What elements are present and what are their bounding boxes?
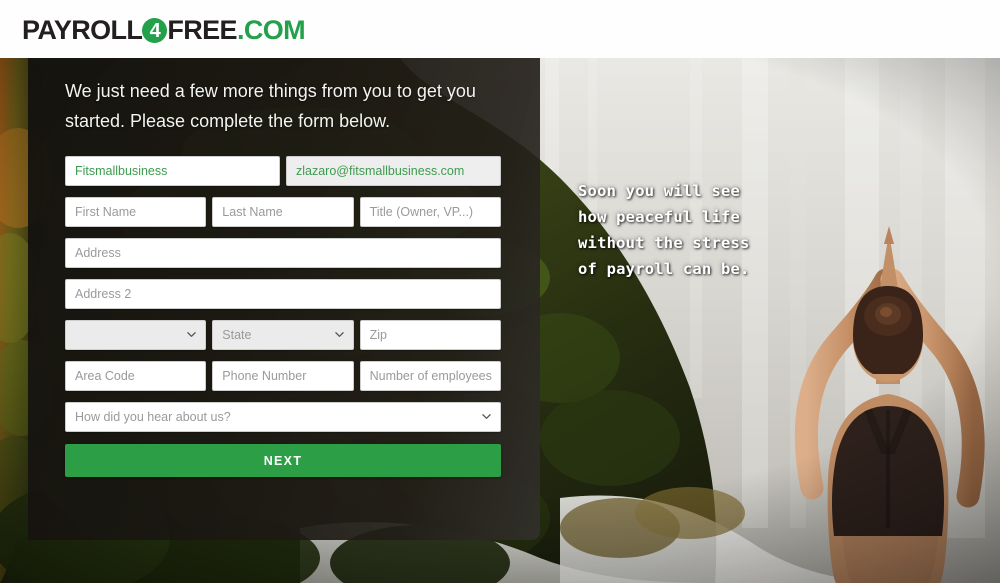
form-row-address: Address — [65, 238, 501, 268]
chevron-down-icon — [187, 330, 197, 339]
referral-source-select[interactable]: How did you hear about us? — [65, 402, 501, 432]
marketing-quote: Soon you will see how peaceful life with… — [578, 178, 848, 282]
city-select[interactable] — [65, 320, 207, 350]
logo-text-free: FREE — [167, 15, 237, 45]
company-name-input[interactable]: Fitsmallbusiness — [65, 156, 280, 186]
quote-line-4: of payroll can be. — [578, 260, 750, 278]
state-select-value: State — [222, 328, 252, 342]
form-row-name: First Name Last Name Title (Owner, VP...… — [65, 197, 501, 227]
address-input[interactable]: Address — [65, 238, 501, 268]
signup-form: Fitsmallbusiness zlazaro@fitsmallbusines… — [65, 156, 501, 477]
referral-source-value: How did you hear about us? — [75, 410, 231, 424]
next-button[interactable]: NEXT — [65, 444, 501, 477]
chevron-down-icon — [334, 330, 344, 339]
payroll4free-logo[interactable]: PAYROLL 4 FREE .COM — [22, 15, 306, 45]
address2-input[interactable]: Address 2 — [65, 279, 501, 309]
form-row-contact: Area Code Phone Number Number of employe… — [65, 361, 501, 391]
signup-page: PAYROLL 4 FREE .COM We just need a few m… — [0, 0, 1000, 583]
quote-line-3: without the stress — [578, 234, 750, 252]
form-row-referral: How did you hear about us? — [65, 402, 501, 432]
logo-text-dotcom: .COM — [236, 15, 306, 45]
chevron-down-icon — [482, 412, 491, 421]
title-input[interactable]: Title (Owner, VP...) — [359, 197, 501, 227]
state-select[interactable]: State — [212, 320, 354, 350]
last-name-input[interactable]: Last Name — [212, 197, 354, 227]
logo-text-payroll: PAYROLL — [22, 15, 143, 45]
email-input[interactable]: zlazaro@fitsmallbusiness.com — [286, 156, 501, 186]
area-code-input[interactable]: Area Code — [65, 361, 207, 391]
form-row-location: State Zip — [65, 320, 501, 350]
form-row-account: Fitsmallbusiness zlazaro@fitsmallbusines… — [65, 156, 501, 186]
first-name-input[interactable]: First Name — [65, 197, 207, 227]
quote-line-2: how peaceful life — [578, 208, 741, 226]
form-row-address2: Address 2 — [65, 279, 501, 309]
site-header: PAYROLL 4 FREE .COM — [0, 0, 1000, 58]
panel-heading: We just need a few more things from you … — [65, 81, 476, 131]
signup-form-panel: We just need a few more things from you … — [28, 58, 540, 540]
quote-line-1: Soon you will see — [578, 182, 741, 200]
zip-input[interactable]: Zip — [359, 320, 501, 350]
phone-number-input[interactable]: Phone Number — [212, 361, 354, 391]
logo-badge-four: 4 — [142, 18, 168, 43]
number-of-employees-input[interactable]: Number of employees — [359, 361, 501, 391]
